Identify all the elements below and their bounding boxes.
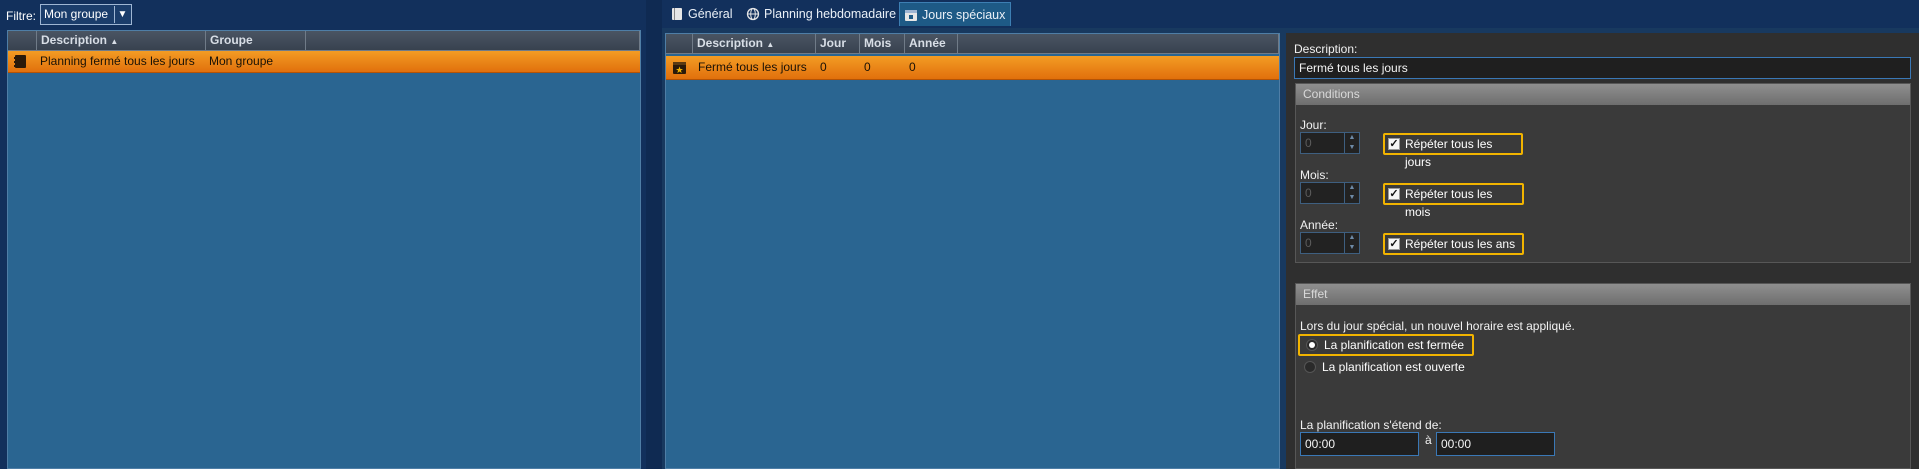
description-label: Description: — [1294, 42, 1358, 56]
filter-value: Mon groupe — [44, 7, 109, 21]
stepper-up-icon[interactable]: ▲ — [1344, 133, 1359, 143]
column-header-annee[interactable]: Année — [905, 34, 958, 54]
cell-mois: 0 — [864, 60, 871, 74]
stepper-down-icon[interactable]: ▼ — [1344, 193, 1359, 203]
tab-jours-speciaux[interactable]: Jours spéciaux — [899, 2, 1011, 26]
annee-stepper: 0 ▲ ▼ — [1300, 232, 1360, 254]
cell-description: Planning fermé tous les jours — [40, 54, 195, 68]
checkmark-icon: ✓ — [1388, 188, 1400, 200]
book-icon — [672, 8, 682, 20]
pane-splitter[interactable] — [646, 0, 662, 469]
radio-selected-icon — [1306, 339, 1318, 351]
filter-label: Filtre: — [6, 9, 36, 23]
stepper-up-icon[interactable]: ▲ — [1344, 183, 1359, 193]
column-header-description[interactable]: Description ▲ — [693, 34, 816, 54]
repeat-every-day-checkbox[interactable]: ✓ Répéter tous les jours — [1383, 133, 1523, 169]
checkmark-icon: ✓ — [1388, 238, 1400, 250]
column-header-jour[interactable]: Jour — [816, 34, 860, 54]
schedule-grid: Description ▲ Groupe Planning fermé tous… — [7, 30, 641, 469]
cell-annee: 0 — [909, 60, 916, 74]
checkmark-icon: ✓ — [1388, 138, 1400, 150]
cell-description: Fermé tous les jours — [698, 60, 807, 74]
column-header-filler — [958, 34, 1279, 54]
schedule-open-radio[interactable]: La planification est ouverte — [1298, 358, 1474, 380]
to-label: à — [1425, 433, 1432, 447]
radio-empty-icon — [1304, 361, 1316, 373]
mois-stepper: 0 ▲ ▼ — [1300, 182, 1360, 204]
effet-header: Effet — [1296, 284, 1910, 305]
jour-label: Jour: — [1300, 118, 1327, 132]
tab-planning-hebdomadaire[interactable]: Planning hebdomadaire — [742, 2, 914, 26]
row-header-corner — [8, 31, 37, 51]
filter-select[interactable]: Mon groupe ▼ — [40, 4, 132, 25]
repeat-every-year-checkbox[interactable]: ✓ Répéter tous les ans — [1383, 233, 1524, 255]
special-days-grid: Description ▲ Jour Mois Année Fermé tous… — [665, 33, 1280, 469]
calendar-star-icon — [673, 62, 686, 74]
table-row[interactable]: Fermé tous les jours 0 0 0 — [666, 56, 1279, 80]
column-header-groupe[interactable]: Groupe — [206, 31, 306, 51]
column-header-description[interactable]: Description ▲ — [37, 31, 206, 51]
stepper-down-icon[interactable]: ▼ — [1344, 243, 1359, 253]
globe-icon — [746, 7, 760, 21]
cell-groupe: Mon groupe — [209, 54, 274, 68]
grid-header: Description ▲ Groupe — [8, 31, 640, 51]
cell-jour: 0 — [820, 60, 827, 74]
jour-stepper: 0 ▲ ▼ — [1300, 132, 1360, 154]
mois-label: Mois: — [1300, 168, 1329, 182]
end-time-field[interactable]: 00:00 — [1436, 432, 1555, 456]
chevron-down-icon[interactable]: ▼ — [114, 6, 130, 23]
column-header-mois[interactable]: Mois — [860, 34, 905, 54]
stepper-up-icon[interactable]: ▲ — [1344, 233, 1359, 243]
conditions-header: Conditions — [1296, 84, 1910, 105]
annee-label: Année: — [1300, 218, 1339, 232]
schedule-closed-radio[interactable]: La planification est fermée — [1298, 334, 1474, 356]
effet-info-text: Lors du jour spécial, un nouvel horaire … — [1300, 319, 1575, 333]
range-label: La planification s'étend de: — [1300, 418, 1442, 432]
notebook-icon — [14, 55, 26, 68]
start-time-field[interactable]: 00:00 — [1300, 432, 1419, 456]
table-row[interactable]: Planning fermé tous les jours Mon groupe — [8, 51, 640, 73]
sort-asc-icon: ▲ — [110, 37, 119, 46]
repeat-every-month-checkbox[interactable]: ✓ Répéter tous les mois — [1383, 183, 1524, 219]
tab-bar: Général Planning hebdomadaire Jours spéc… — [662, 0, 1919, 28]
column-header-filler — [306, 31, 640, 51]
sort-asc-icon: ▲ — [766, 40, 775, 49]
stepper-down-icon[interactable]: ▼ — [1344, 143, 1359, 153]
description-field[interactable]: Fermé tous les jours — [1294, 57, 1911, 79]
grid-header: Description ▲ Jour Mois Année — [666, 34, 1279, 54]
calendar-icon — [905, 10, 917, 21]
row-header-corner — [666, 34, 693, 54]
